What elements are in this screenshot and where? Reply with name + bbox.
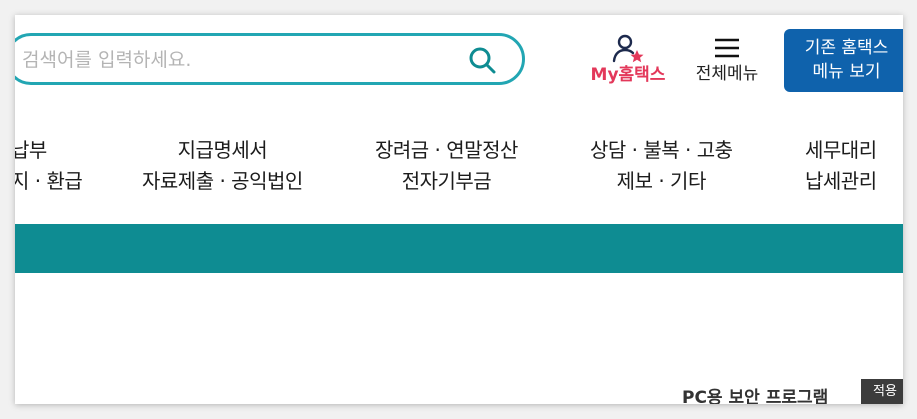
- nav-item-payment-statement[interactable]: 지급명세서 자료제출 · 공익법인: [142, 135, 303, 197]
- search-box[interactable]: [15, 33, 525, 85]
- nav-line2: 납세관리: [805, 169, 877, 193]
- nav-item-consultation[interactable]: 상담 · 불복 · 고충 제보 · 기타: [590, 135, 733, 197]
- nav-line2: 제보 · 기타: [616, 169, 707, 193]
- search-icon[interactable]: [468, 46, 496, 74]
- old-menu-line2: 메뉴 보기: [812, 62, 881, 82]
- my-hometax-label: My홈택스: [590, 65, 666, 85]
- nav-line1: 상담 · 불복 · 고충: [590, 138, 733, 162]
- nav-line2: 자료제출 · 공익법인: [142, 169, 303, 193]
- old-hometax-menu-button[interactable]: 기존 홈택스 메뉴 보기: [784, 29, 903, 92]
- nav-line1: 납부: [15, 138, 47, 162]
- my-hometax-button[interactable]: My홈택스: [583, 33, 673, 89]
- nav-line2: 전자기부금: [401, 169, 492, 193]
- user-star-icon: [612, 34, 644, 63]
- nav-item-payment[interactable]: 납부 지 · 환급: [15, 135, 83, 197]
- nav-item-tax-agent[interactable]: 세무대리 납세관리: [805, 135, 877, 197]
- nav-line1: 세무대리: [805, 138, 877, 162]
- old-menu-line1: 기존 홈택스: [804, 38, 889, 58]
- pc-security-label: PC용 보안 프로그램: [682, 388, 829, 404]
- nav-item-incentive[interactable]: 장려금 · 연말정산 전자기부금: [375, 135, 518, 197]
- hamburger-menu-icon: [715, 38, 739, 58]
- nav-line1: 지급명세서: [177, 138, 268, 162]
- search-input[interactable]: [20, 44, 444, 76]
- apply-button[interactable]: 적용: [861, 379, 903, 404]
- all-menu-button[interactable]: 전체메뉴: [687, 33, 767, 89]
- nav-line1: 장려금 · 연말정산: [375, 138, 518, 162]
- teal-banner-bar: [15, 224, 903, 273]
- all-menu-label: 전체메뉴: [695, 64, 759, 84]
- nav-line2: 지 · 환급: [15, 169, 83, 193]
- page-frame: My홈택스 전체메뉴 기존 홈택스 메뉴 보기 납부 지 · 환급 지급명세서 …: [15, 15, 903, 404]
